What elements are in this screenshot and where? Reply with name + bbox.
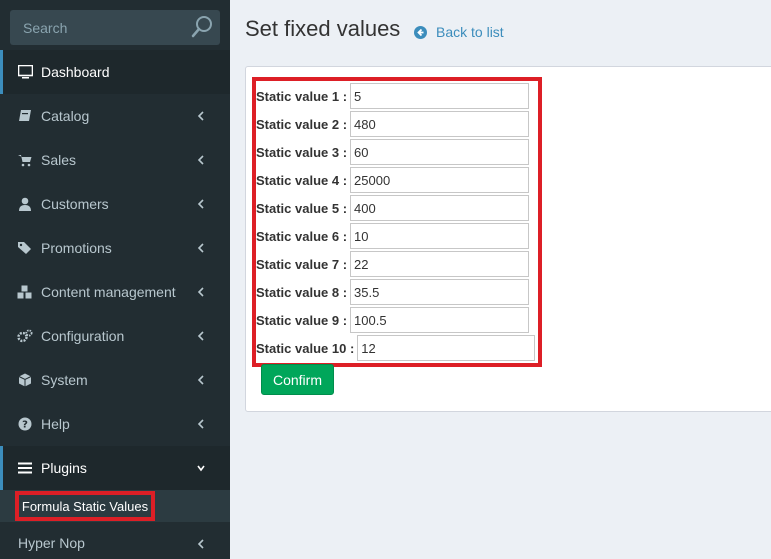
sidebar-search bbox=[10, 10, 220, 45]
chevron-left-icon bbox=[197, 539, 204, 549]
sidebar-item-help[interactable]: ? Help bbox=[0, 402, 230, 446]
sidebar-menu: Dashboard Catalog Sales Customers Promot… bbox=[0, 50, 230, 559]
field-label: Static value 5 : bbox=[256, 200, 348, 216]
form-row-static-value-9: Static value 9 : bbox=[256, 307, 530, 333]
arrow-circle-left-icon bbox=[414, 25, 427, 39]
chevron-left-icon bbox=[197, 419, 204, 429]
static-value-2-input[interactable] bbox=[350, 111, 530, 137]
search-icon[interactable] bbox=[190, 15, 214, 39]
page-title: Set fixed values bbox=[245, 16, 401, 41]
form-row-static-value-7: Static value 7 : bbox=[256, 251, 530, 277]
static-value-7-input[interactable] bbox=[350, 251, 530, 277]
plugins-submenu: Formula Static Values bbox=[0, 490, 230, 522]
form-row-static-value-3: Static value 3 : bbox=[256, 139, 530, 165]
field-label: Static value 1 : bbox=[256, 88, 348, 104]
static-value-1-input[interactable] bbox=[350, 83, 530, 109]
field-label: Static value 10 : bbox=[256, 340, 355, 356]
cart-icon bbox=[17, 152, 33, 168]
form-row-static-value-4: Static value 4 : bbox=[256, 167, 530, 193]
chevron-left-icon bbox=[197, 331, 204, 341]
static-value-10-input[interactable] bbox=[357, 335, 536, 361]
form-row-static-value-8: Static value 8 : bbox=[256, 279, 530, 305]
form-row-static-value-10: Static value 10 : bbox=[256, 335, 536, 361]
field-label: Static value 8 : bbox=[256, 284, 348, 300]
static-value-4-input[interactable] bbox=[350, 167, 530, 193]
chevron-left-icon bbox=[197, 155, 204, 165]
field-label: Static value 4 : bbox=[256, 172, 348, 188]
form-row-static-value-2: Static value 2 : bbox=[256, 111, 530, 137]
static-value-5-input[interactable] bbox=[350, 195, 530, 221]
sidebar-item-sales[interactable]: Sales bbox=[0, 138, 230, 182]
static-value-3-input[interactable] bbox=[350, 139, 530, 165]
sidebar-item-hyper-nop[interactable]: Hyper Nop bbox=[0, 522, 230, 559]
sidebar-item-catalog[interactable]: Catalog bbox=[0, 94, 230, 138]
svg-text:?: ? bbox=[22, 420, 28, 431]
gears-icon bbox=[17, 328, 33, 344]
sidebar-item-customers[interactable]: Customers bbox=[0, 182, 230, 226]
form-row-static-value-1: Static value 1 : bbox=[256, 83, 530, 109]
tags-icon bbox=[17, 240, 33, 256]
chevron-left-icon bbox=[197, 111, 204, 121]
field-label: Static value 9 : bbox=[256, 312, 348, 328]
sidebar-item-dashboard[interactable]: Dashboard bbox=[0, 50, 230, 94]
back-to-list-link[interactable]: Back to list bbox=[414, 24, 504, 40]
sidebar-item-configuration[interactable]: Configuration bbox=[0, 314, 230, 358]
user-icon bbox=[17, 196, 33, 212]
sidebar-item-plugins[interactable]: Plugins bbox=[0, 446, 230, 490]
chevron-left-icon bbox=[197, 287, 204, 297]
question-icon: ? bbox=[17, 416, 33, 432]
static-value-8-input[interactable] bbox=[350, 279, 530, 305]
chevron-left-icon bbox=[197, 243, 204, 253]
sidebar-item-label: Dashboard bbox=[41, 64, 110, 80]
static-value-6-input[interactable] bbox=[350, 223, 530, 249]
monitor-icon bbox=[17, 64, 33, 80]
sidebar: Dashboard Catalog Sales Customers bbox=[0, 0, 230, 559]
bars-icon bbox=[17, 460, 33, 476]
form-row-static-value-5: Static value 5 : bbox=[256, 195, 530, 221]
chevron-left-icon bbox=[197, 199, 204, 209]
static-value-9-input[interactable] bbox=[350, 307, 530, 333]
sidebar-item-content-management[interactable]: Content management bbox=[0, 270, 230, 314]
back-link-label: Back to list bbox=[436, 24, 504, 40]
confirm-button[interactable]: Confirm bbox=[261, 364, 334, 395]
chevron-down-icon bbox=[197, 465, 205, 472]
chevron-left-icon bbox=[197, 375, 204, 385]
sidebar-item-promotions[interactable]: Promotions bbox=[0, 226, 230, 270]
field-label: Static value 6 : bbox=[256, 228, 348, 244]
field-label: Static value 7 : bbox=[256, 256, 348, 272]
cube-icon bbox=[17, 372, 33, 388]
sidebar-subitem-formula-static-values[interactable]: Formula Static Values bbox=[15, 491, 155, 521]
sidebar-item-system[interactable]: System bbox=[0, 358, 230, 402]
field-label: Static value 3 : bbox=[256, 144, 348, 160]
search-input[interactable] bbox=[10, 10, 185, 45]
form-row-static-value-6: Static value 6 : bbox=[256, 223, 530, 249]
field-label: Static value 2 : bbox=[256, 116, 348, 132]
main-content: Set fixed values Back to list Static val… bbox=[230, 0, 771, 559]
cubes-icon bbox=[17, 284, 33, 300]
fixed-values-panel: Static value 1 : Static value 2 : Static… bbox=[245, 66, 771, 412]
book-icon bbox=[17, 108, 33, 124]
